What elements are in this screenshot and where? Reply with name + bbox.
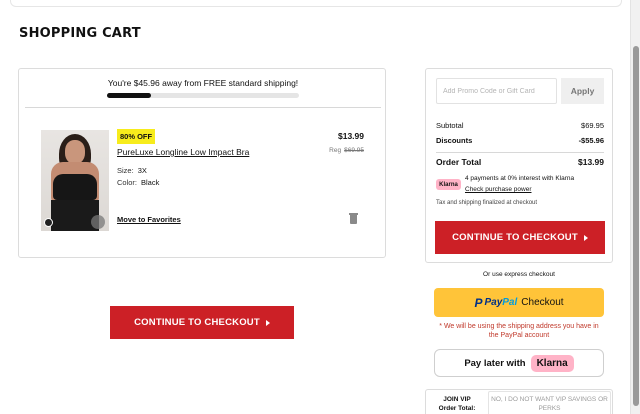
shipping-progress-bar [107,93,299,98]
klarna-logo-icon: Klarna [436,179,461,190]
scrollbar-thumb[interactable] [633,46,639,406]
color-value: Black [141,178,160,187]
apply-promo-button[interactable]: Apply [561,78,604,104]
paypal-pay-text: Pay [484,297,503,308]
cart-panel: You're $45.96 away from FREE standard sh… [18,68,386,258]
discount-badge: 80% OFF [117,129,156,144]
product-image-bra [53,174,97,200]
paypal-pal-text: Pal [502,297,518,308]
paypal-address-note: * We will be using the shipping address … [439,323,599,339]
order-total-value: $13.99 [578,157,604,167]
size-label: Size: [117,166,134,175]
divider [25,107,381,108]
discounts-label: Discounts [436,136,473,145]
subtotal-label: Subtotal [436,121,464,130]
discounts-value: -$55.96 [578,136,604,145]
subtotal-row: Subtotal $69.95 [436,121,604,130]
pay-later-klarna-button[interactable]: Pay later with Klarna [434,349,604,377]
item-price: $13.99 [338,131,364,141]
image-overlay-icon [91,215,105,229]
previous-section-edge [10,0,622,7]
continue-to-checkout-button[interactable]: CONTINUE TO CHECKOUT [110,306,294,339]
tax-note: Tax and shipping finalized at checkout [436,200,538,206]
pay-later-label: Pay later with [464,357,526,369]
shipping-message: You're $45.96 away from FREE standard sh… [107,78,299,88]
color-label: Color: [117,178,138,187]
product-name-link[interactable]: PureLuxe Longline Low Impact Bra [117,147,249,157]
size-value: 3X [137,166,147,175]
item-regular-price: Reg $69.95 [329,147,364,154]
paypal-checkout-button[interactable]: P Pay Pal Checkout [434,288,604,317]
vip-label: JOIN VIP Order Total: [432,395,482,413]
order-total-row: Order Total $13.99 [436,157,604,167]
summary-checkout-label: CONTINUE TO CHECKOUT [452,232,578,243]
chevron-right-icon [583,234,588,241]
vip-offer-panel: JOIN VIP Order Total: NO, I DO NOT WANT … [425,389,613,414]
summary-divider [436,152,604,153]
vip-order-total-text: Order Total: [438,405,476,412]
image-tag-icon [44,218,53,227]
move-to-favorites-link[interactable]: Move to Favorites [117,215,181,224]
klarna-installments-text: 4 payments at 0% interest with Klarna [465,175,575,182]
shipping-progress-fill [107,93,152,98]
page-title: SHOPPING CART [19,26,141,41]
order-summary-panel: Apply Subtotal $69.95 Discounts -$55.96 … [425,68,613,263]
color-spec: Color: Black [117,178,159,187]
express-checkout-label: Or use express checkout [483,271,555,278]
checkout-button-label: CONTINUE TO CHECKOUT [134,317,260,328]
product-image-face [65,140,85,164]
chevron-right-icon [265,319,270,326]
order-total-label: Order Total [436,157,482,167]
regular-price-value: $69.95 [344,147,364,154]
summary-checkout-button[interactable]: CONTINUE TO CHECKOUT [435,221,605,254]
promo-code-input[interactable] [436,78,557,104]
decline-vip-option[interactable]: NO, I DO NOT WANT VIP SAVINGS OR PERKS [488,391,611,414]
product-image[interactable] [41,130,109,231]
paypal-checkout-text: Checkout [521,297,564,308]
size-spec: Size: 3X [117,166,147,175]
paypal-logo-icon: P [474,295,483,310]
discounts-row: Discounts -$55.96 [436,136,604,145]
subtotal-value: $69.95 [581,121,604,130]
check-purchase-power-link[interactable]: Check purchase power [465,186,531,193]
regular-price-label: Reg [329,147,342,154]
trash-icon[interactable] [349,213,358,224]
page-scrollbar[interactable] [630,0,640,414]
join-vip-text: JOIN VIP [443,396,471,403]
klarna-logo-pill: Klarna [530,354,574,372]
